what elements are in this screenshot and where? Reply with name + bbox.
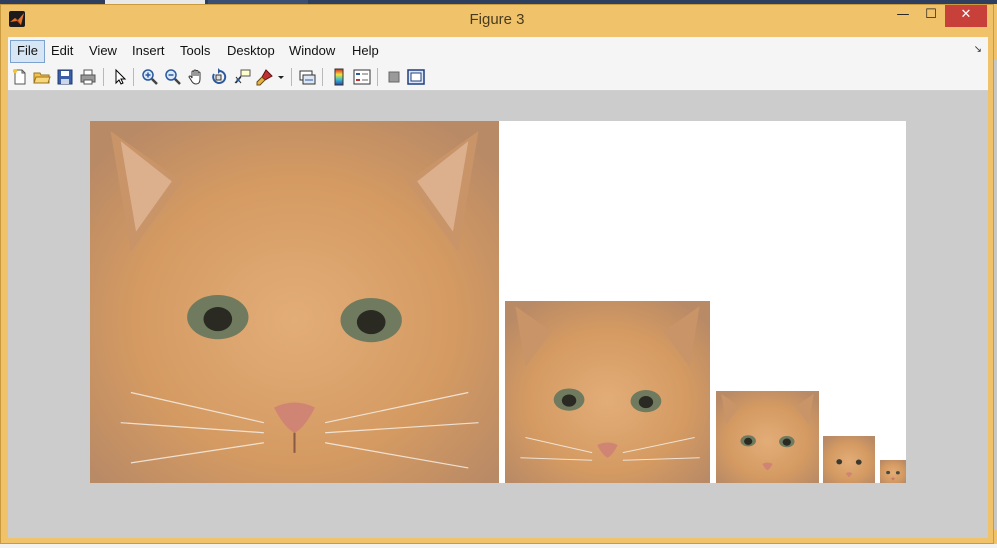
title-bar[interactable]: Figure 3 — ☐ ✕ <box>1 5 993 33</box>
maximize-button[interactable]: ☐ <box>917 5 945 27</box>
menu-insert[interactable]: Insert <box>126 40 171 61</box>
menu-view[interactable]: View <box>83 40 123 61</box>
rotate-3d-icon[interactable] <box>210 68 228 86</box>
menu-help[interactable]: Help <box>346 40 385 61</box>
print-icon[interactable] <box>79 68 97 86</box>
cat-image-level-4 <box>823 436 875 483</box>
colorbar-icon[interactable] <box>330 68 348 86</box>
figure-window: Figure 3 — ☐ ✕ File Edit View Insert Too… <box>0 4 994 544</box>
new-figure-icon[interactable] <box>11 68 29 86</box>
dock-arrow-icon[interactable]: ↘ <box>974 44 982 55</box>
menu-tools[interactable]: Tools <box>174 40 216 61</box>
data-cursor-icon[interactable] <box>233 68 251 86</box>
hide-plot-tools-icon[interactable] <box>385 68 403 86</box>
brush-dropdown-icon[interactable] <box>277 68 285 86</box>
save-icon[interactable] <box>56 68 74 86</box>
brush-icon[interactable] <box>256 68 274 86</box>
cat-image-level-1 <box>90 121 499 483</box>
zoom-in-icon[interactable] <box>141 68 159 86</box>
menu-window[interactable]: Window <box>283 40 341 61</box>
figure-canvas <box>8 91 988 538</box>
close-button[interactable]: ✕ <box>945 5 987 27</box>
menu-file[interactable]: File <box>10 40 45 63</box>
minimize-button[interactable]: — <box>889 5 917 27</box>
toolbar-separator <box>377 68 378 86</box>
cat-image-level-2 <box>505 301 710 483</box>
menu-desktop[interactable]: Desktop <box>221 40 281 61</box>
menu-edit[interactable]: Edit <box>45 40 79 61</box>
show-plot-tools-icon[interactable] <box>407 68 425 86</box>
toolbar-separator <box>103 68 104 86</box>
select-arrow-icon[interactable] <box>111 68 129 86</box>
toolbar-separator <box>133 68 134 86</box>
background-app-editor-strip <box>0 544 997 548</box>
zoom-out-icon[interactable] <box>164 68 182 86</box>
toolbar-separator <box>322 68 323 86</box>
open-file-icon[interactable] <box>33 68 51 86</box>
link-plot-icon[interactable] <box>298 68 316 86</box>
window-title: Figure 3 <box>469 11 525 28</box>
toolbar-separator <box>291 68 292 86</box>
pan-hand-icon[interactable] <box>187 68 205 86</box>
cat-image-level-5 <box>880 460 906 483</box>
legend-icon[interactable] <box>353 68 371 86</box>
figure-toolbar <box>8 64 988 91</box>
menu-bar: File Edit View Insert Tools Desktop Wind… <box>8 37 988 65</box>
cat-image-level-3 <box>716 391 819 483</box>
axes-area[interactable] <box>90 121 906 483</box>
